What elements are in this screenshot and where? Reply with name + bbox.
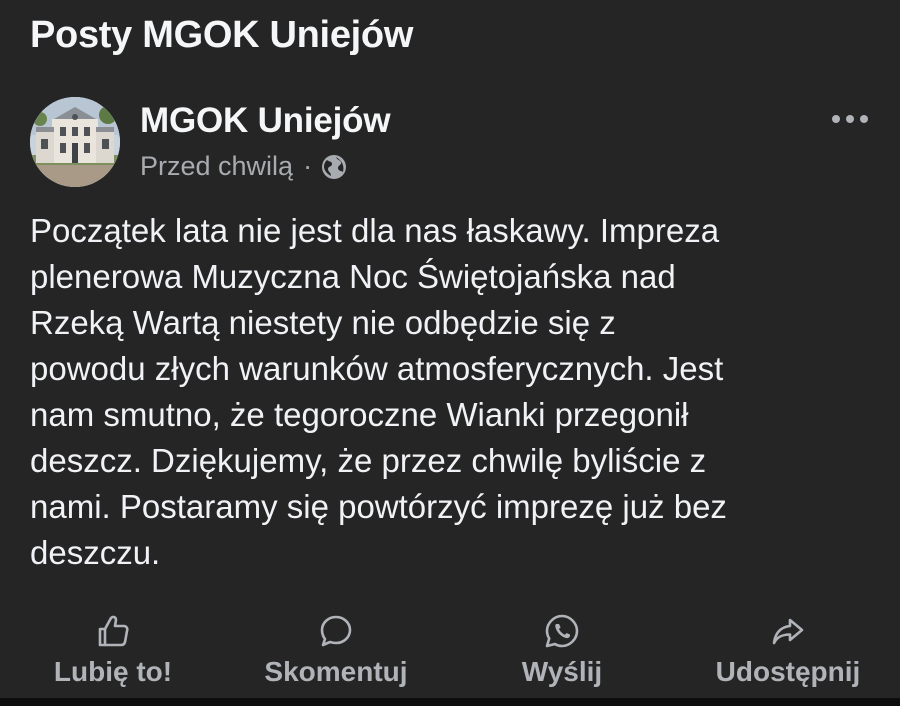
page-title: Posty MGOK Uniejów	[30, 14, 414, 56]
post-header: MGOK Uniejów Przed chwilą ·	[30, 97, 870, 189]
author-name[interactable]: MGOK Uniejów	[140, 101, 391, 141]
avatar[interactable]	[30, 97, 120, 187]
building-photo	[30, 97, 120, 187]
ellipsis-icon	[832, 115, 868, 123]
comment-icon	[320, 615, 352, 647]
globe-icon	[320, 153, 348, 181]
post-timestamp[interactable]: Przed chwilą	[140, 151, 293, 182]
bottom-divider	[0, 698, 900, 706]
share-label: Udostępnij	[715, 656, 861, 687]
post-text: Początek lata nie jest dla nas łaskawy. …	[30, 212, 727, 571]
share-button[interactable]: Udostępnij	[704, 610, 872, 698]
like-label: Lubię to!	[53, 656, 173, 687]
post-action-bar: Lubię to! Skomentuj Wyślij Udostępnij	[0, 610, 900, 698]
comment-button[interactable]: Skomentuj	[254, 610, 418, 698]
like-button[interactable]: Lubię to!	[46, 610, 180, 698]
whatsapp-icon	[545, 614, 579, 648]
share-arrow-icon	[772, 618, 804, 645]
send-button[interactable]: Wyślij	[516, 610, 608, 698]
thumbs-up-icon	[98, 615, 129, 647]
comment-label: Skomentuj	[264, 656, 408, 687]
send-label: Wyślij	[521, 656, 603, 687]
more-options-button[interactable]	[830, 103, 870, 135]
post-meta: Przed chwilą ·	[140, 151, 348, 182]
meta-separator: ·	[303, 151, 313, 181]
